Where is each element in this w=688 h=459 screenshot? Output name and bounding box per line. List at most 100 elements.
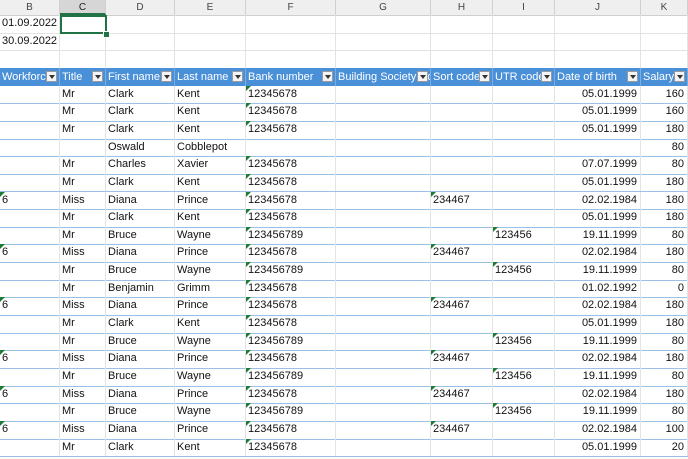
cell-dob[interactable]: 19.11.1999: [555, 332, 641, 351]
cell-salary[interactable]: 180: [641, 297, 688, 316]
cell-building-society[interactable]: [336, 420, 431, 439]
cell-title[interactable]: Mr: [60, 173, 106, 192]
filter-dropdown-icon[interactable]: [479, 70, 490, 82]
cell-salary[interactable]: 80: [641, 226, 688, 245]
cell-bank[interactable]: 12345678: [246, 156, 336, 174]
cell-first[interactable]: Bruce: [106, 226, 175, 245]
cell-first[interactable]: Diana: [106, 191, 175, 210]
cell[interactable]: [555, 32, 641, 51]
cell-sort[interactable]: [431, 315, 493, 333]
cell-title[interactable]: Mr: [60, 85, 106, 104]
cell[interactable]: [431, 32, 493, 51]
cell-title[interactable]: Miss: [60, 297, 106, 316]
cell-sort[interactable]: [431, 173, 493, 192]
cell-salary[interactable]: 20: [641, 438, 688, 457]
cell-utr[interactable]: [493, 438, 555, 457]
cell[interactable]: [106, 32, 175, 51]
cell-dob[interactable]: 07.07.1999: [555, 156, 641, 174]
cell-utr[interactable]: 123456: [493, 332, 555, 351]
cell-title[interactable]: Miss: [60, 385, 106, 404]
cell-bank[interactable]: 123456789: [246, 226, 336, 245]
cell[interactable]: [175, 50, 246, 68]
column-header-cell[interactable]: First name: [106, 67, 175, 86]
cell-salary[interactable]: 80: [641, 156, 688, 174]
cell-last[interactable]: Cobblepot: [175, 138, 246, 157]
cell-last[interactable]: Wayne: [175, 403, 246, 421]
cell-utr[interactable]: 123456: [493, 226, 555, 245]
filter-dropdown-icon[interactable]: [541, 70, 552, 82]
cell-workforce[interactable]: 6: [0, 244, 60, 263]
column-header-k[interactable]: K: [641, 0, 688, 15]
cell-building-society[interactable]: [336, 103, 431, 121]
date-cell[interactable]: 30.09.2022: [0, 32, 60, 51]
cell-dob[interactable]: 05.01.1999: [555, 438, 641, 457]
column-header-cell[interactable]: Salary: [641, 67, 688, 86]
cell-bank[interactable]: 12345678: [246, 385, 336, 404]
cell-workforce[interactable]: [0, 103, 60, 121]
cell-title[interactable]: Mr: [60, 332, 106, 351]
cell-first[interactable]: Diana: [106, 420, 175, 439]
cell-first[interactable]: Clark: [106, 438, 175, 457]
fill-handle[interactable]: [103, 31, 110, 38]
cell[interactable]: [431, 15, 493, 33]
cell-workforce[interactable]: 6: [0, 385, 60, 404]
cell-building-society[interactable]: [336, 85, 431, 104]
cell-building-society[interactable]: [336, 226, 431, 245]
cell-dob[interactable]: 19.11.1999: [555, 262, 641, 280]
cell-workforce[interactable]: [0, 368, 60, 386]
cell-dob[interactable]: 02.02.1984: [555, 244, 641, 263]
cell-utr[interactable]: [493, 420, 555, 439]
cell-dob[interactable]: 19.11.1999: [555, 368, 641, 386]
filter-dropdown-icon[interactable]: [322, 70, 333, 82]
cell-sort[interactable]: [431, 120, 493, 139]
cell-utr[interactable]: [493, 103, 555, 121]
cell-building-society[interactable]: [336, 368, 431, 386]
cell[interactable]: [60, 15, 106, 33]
cell-last[interactable]: Kent: [175, 103, 246, 121]
cell-workforce[interactable]: [0, 403, 60, 421]
cell-bank[interactable]: 12345678: [246, 420, 336, 439]
cell-salary[interactable]: 180: [641, 315, 688, 333]
cell-title[interactable]: Mr: [60, 103, 106, 121]
column-header-j[interactable]: J: [555, 0, 641, 15]
cell-utr[interactable]: [493, 209, 555, 227]
cell-bank[interactable]: 12345678: [246, 315, 336, 333]
cell[interactable]: [246, 15, 336, 33]
cell-building-society[interactable]: [336, 297, 431, 316]
cell[interactable]: [106, 50, 175, 68]
cell-utr[interactable]: [493, 138, 555, 157]
column-header-cell[interactable]: Sort code: [431, 67, 493, 86]
column-header-cell[interactable]: Last name: [175, 67, 246, 86]
cell-building-society[interactable]: [336, 315, 431, 333]
cell-title[interactable]: Mr: [60, 209, 106, 227]
column-header-cell[interactable]: Title: [60, 67, 106, 86]
cell-utr[interactable]: [493, 244, 555, 263]
column-header-d[interactable]: D: [106, 0, 175, 15]
cell-bank[interactable]: 123456789: [246, 368, 336, 386]
cell-workforce[interactable]: 6: [0, 191, 60, 210]
cell-sort[interactable]: [431, 368, 493, 386]
cell-workforce[interactable]: [0, 279, 60, 298]
filter-dropdown-icon[interactable]: [674, 70, 685, 82]
column-header-b[interactable]: B: [0, 0, 60, 15]
cell[interactable]: [493, 50, 555, 68]
cell-bank[interactable]: 123456789: [246, 262, 336, 280]
cell-sort[interactable]: 234467: [431, 350, 493, 368]
cell-workforce[interactable]: [0, 85, 60, 104]
column-header-i[interactable]: I: [493, 0, 555, 15]
cell-building-society[interactable]: [336, 279, 431, 298]
cell-sort[interactable]: 234467: [431, 244, 493, 263]
cell-utr[interactable]: [493, 173, 555, 192]
cell-sort[interactable]: [431, 85, 493, 104]
cell-title[interactable]: Miss: [60, 420, 106, 439]
cell-last[interactable]: Wayne: [175, 262, 246, 280]
cell-sort[interactable]: [431, 262, 493, 280]
cell-bank[interactable]: [246, 138, 336, 157]
cell-first[interactable]: Bruce: [106, 368, 175, 386]
cell-title[interactable]: Miss: [60, 350, 106, 368]
cell[interactable]: [555, 15, 641, 33]
cell-dob[interactable]: 05.01.1999: [555, 85, 641, 104]
cell-bank[interactable]: 123456789: [246, 332, 336, 351]
cell-salary[interactable]: 80: [641, 368, 688, 386]
cell-last[interactable]: Grimm: [175, 279, 246, 298]
